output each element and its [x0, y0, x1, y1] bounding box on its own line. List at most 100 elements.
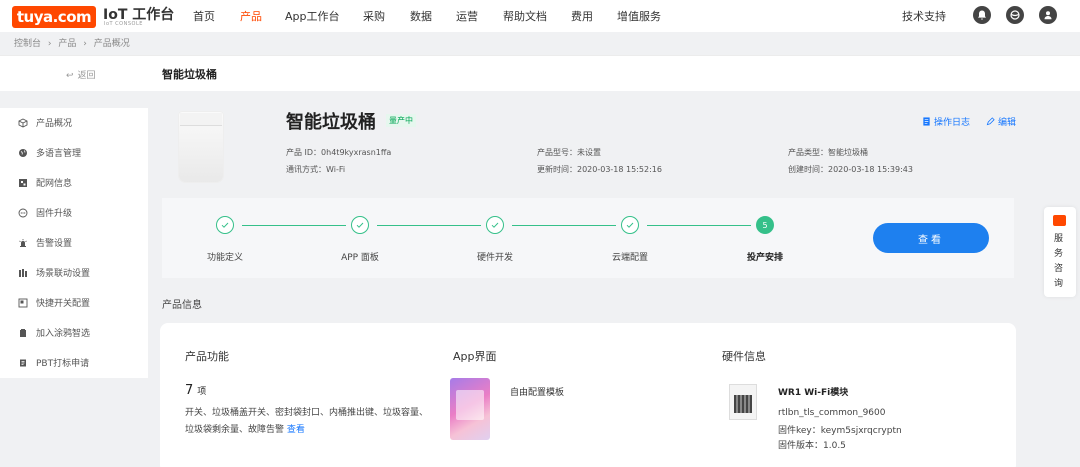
step-label-production: 投产安排	[746, 253, 783, 263]
step-label-cloud: 云端配置	[611, 253, 648, 263]
function-description: 开关、垃圾桶盖开关、密封袋封口、内桶推出键、垃圾容量、垃圾袋剩余量、故障告警 查…	[185, 405, 435, 439]
service-consult-button[interactable]: 服务咨询	[1044, 207, 1076, 297]
update-time: 更新时间：2020-03-18 15:52:16	[537, 165, 662, 174]
product-id: 产品 ID：0h4t9kyxrasn1ffa	[286, 148, 392, 157]
sidebar-item-pbt[interactable]: PBT打标申请	[18, 356, 89, 369]
bell-icon[interactable]	[973, 6, 991, 24]
globe-icon	[18, 148, 28, 158]
create-time: 创建时间：2020-03-18 15:39:43	[788, 165, 913, 174]
back-arrow-icon: ↩	[66, 71, 74, 81]
bag-icon	[18, 328, 28, 338]
nav-fees[interactable]: 费用	[571, 8, 593, 24]
sidebar-item-languages[interactable]: 多语言管理	[18, 146, 81, 159]
app-heading: App界面	[453, 350, 497, 363]
sidebar-item-label: PBT打标申请	[36, 359, 90, 369]
nav-home[interactable]: 首页	[193, 8, 215, 24]
user-icon[interactable]	[1039, 6, 1057, 24]
step-current-number: 5	[756, 216, 774, 234]
tuya-logo[interactable]: tuya.com	[12, 6, 96, 28]
step-label-function: 功能定义	[206, 253, 243, 263]
cube-icon	[18, 117, 28, 128]
alarm-icon	[18, 238, 28, 248]
app-template-name: 自由配置模板	[510, 388, 565, 398]
product-info-panel: 产品功能 App界面 硬件信息 7项 开关、垃圾桶盖开关、密封袋封口、内桶推出键…	[160, 323, 1016, 467]
product-model: 产品型号：未设置	[537, 148, 601, 157]
sidebar-item-scene[interactable]: 场景联动设置	[18, 266, 90, 279]
firmware-version: 固件版本：1.0.5	[778, 441, 846, 451]
function-count: 7项	[185, 383, 206, 398]
nav-app-workbench[interactable]: App工作台	[285, 8, 340, 24]
step-connector	[512, 225, 616, 226]
sidebar-item-label: 快捷开关配置	[36, 299, 91, 309]
sidebar-item-overview[interactable]: 产品概况	[18, 116, 72, 129]
back-bar: ↩ 返回 智能垃圾桶	[0, 55, 1080, 91]
nav-data[interactable]: 数据	[410, 8, 432, 24]
back-label: 返回	[77, 71, 96, 81]
step-connector	[647, 225, 751, 226]
function-heading: 产品功能	[185, 350, 229, 363]
module-chip-image	[729, 384, 757, 420]
status-badge: 量产中	[386, 114, 416, 127]
globe-icon[interactable]	[1006, 6, 1024, 24]
sidebar-item-firmware[interactable]: 固件升级	[18, 206, 72, 219]
step-done-check-icon	[486, 216, 504, 234]
nav-products[interactable]: 产品	[240, 8, 262, 24]
service-consult-label: 服务咨询	[1054, 234, 1064, 289]
operation-log-link[interactable]: 操作日志	[922, 115, 970, 128]
product-name: 智能垃圾桶	[286, 112, 376, 133]
sidebar-item-label: 加入涂鸦智选	[36, 329, 91, 339]
operation-log-label: 操作日志	[934, 118, 971, 128]
scene-icon	[18, 268, 28, 278]
function-count-unit: 项	[197, 387, 207, 397]
step-connector	[242, 225, 346, 226]
breadcrumb-products[interactable]: 产品	[58, 39, 76, 49]
firmware-key: 固件key：keym5sjxrqcryptn	[778, 426, 902, 436]
nav-value-added[interactable]: 增值服务	[617, 8, 661, 24]
nav-operations[interactable]: 运营	[456, 8, 478, 24]
breadcrumb-overview: 产品概况	[93, 39, 130, 49]
view-button[interactable]: 查看	[873, 223, 989, 253]
product-image	[178, 111, 224, 183]
firmware-icon	[18, 208, 28, 218]
step-done-check-icon	[216, 216, 234, 234]
section-title-product-info: 产品信息	[162, 300, 202, 311]
nav-help-docs[interactable]: 帮助文档	[503, 8, 547, 24]
edit-link[interactable]: 编辑	[986, 115, 1016, 128]
app-template-thumbnail[interactable]	[450, 378, 490, 440]
sidebar-item-label: 告警设置	[36, 239, 73, 249]
progress-steps: 5 功能定义 APP 面板 硬件开发 云端配置 投产安排 查看	[162, 198, 1014, 278]
breadcrumb: 控制台 › 产品 › 产品概况	[14, 36, 134, 49]
nav-purchase[interactable]: 采购	[363, 8, 385, 24]
step-label-hardware: 硬件开发	[476, 253, 513, 263]
back-button[interactable]: ↩ 返回	[66, 68, 96, 81]
sidebar-item-quick-switch[interactable]: 快捷开关配置	[18, 296, 90, 309]
protocol: 通讯方式：Wi-Fi	[286, 165, 346, 174]
product-type: 产品类型：智能垃圾桶	[788, 148, 868, 157]
edit-label: 编辑	[998, 118, 1017, 128]
sidebar-item-label: 产品概况	[36, 119, 73, 129]
firmware-name: rtlbn_tls_common_9600	[778, 408, 886, 418]
step-connector	[377, 225, 481, 226]
view-functions-link[interactable]: 查看	[287, 425, 305, 435]
sidebar-item-alarm[interactable]: 告警设置	[18, 236, 72, 249]
step-label-app-panel: APP 面板	[341, 253, 379, 263]
function-list: 开关、垃圾桶盖开关、密封袋封口、内桶推出键、垃圾容量、垃圾袋剩余量、故障告警	[185, 408, 429, 435]
sidebar-item-network-config[interactable]: 配网信息	[18, 176, 72, 189]
top-navbar: tuya.com IoT 工作台 IoT CONSOLE 首页 产品 App工作…	[0, 0, 1080, 32]
breadcrumb-console[interactable]: 控制台	[14, 39, 41, 49]
module-name: WR1 Wi-Fi模块	[778, 388, 849, 398]
breadcrumb-separator: ›	[47, 39, 52, 49]
sidebar-item-tuya-select[interactable]: 加入涂鸦智选	[18, 326, 90, 339]
breadcrumb-separator: ›	[83, 39, 87, 49]
page-title: 智能垃圾桶	[162, 68, 217, 81]
switch-icon	[18, 298, 28, 308]
product-header: 智能垃圾桶 量产中 操作日志 编辑 产品 ID：0h4t9kyxrasn1ffa…	[148, 91, 1028, 191]
step-done-check-icon	[351, 216, 369, 234]
network-config-icon	[18, 178, 28, 188]
hardware-heading: 硬件信息	[722, 350, 766, 363]
console-subtitle: IoT CONSOLE	[104, 21, 143, 27]
tech-support-link[interactable]: 技术支持	[902, 8, 946, 24]
tag-icon	[18, 358, 28, 368]
pencil-icon	[986, 117, 995, 126]
sidebar: 产品概况 多语言管理 配网信息 固件升级 告警设置 场景联动设置 快捷开关配置 …	[0, 108, 148, 378]
